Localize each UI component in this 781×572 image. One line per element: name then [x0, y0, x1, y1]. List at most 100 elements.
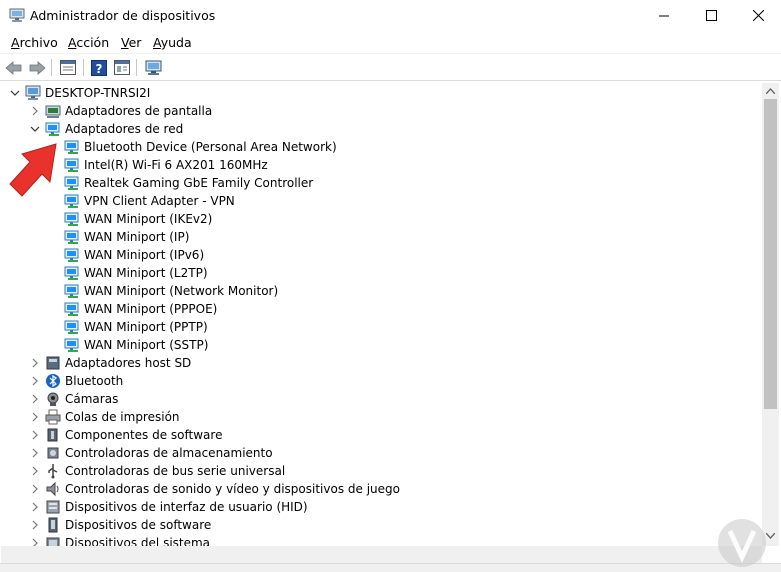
tree-category[interactable]: Componentes de software — [1, 426, 761, 444]
maximize-button[interactable] — [688, 0, 734, 31]
camera-icon — [47, 392, 59, 406]
tree-category[interactable]: Adaptadores de red — [1, 120, 761, 138]
tree-category[interactable]: Bluetooth — [1, 372, 761, 390]
tree-device-label: WAN Miniport (PPPOE) — [84, 302, 218, 316]
tree-category-label: Adaptadores host SD — [65, 356, 192, 370]
vertical-scroll-thumb[interactable] — [764, 99, 777, 409]
tree-device[interactable]: Intel(R) Wi-Fi 6 AX201 160MHz — [1, 156, 761, 174]
chevron-right-icon[interactable] — [29, 447, 41, 459]
network-device-icon — [64, 176, 79, 190]
sd-host-icon — [46, 356, 60, 370]
tree-device[interactable]: WAN Miniport (PPTP) — [1, 318, 761, 336]
scan-hardware-button[interactable] — [143, 58, 163, 77]
monitor-scan-icon — [145, 60, 161, 75]
menu-ver[interactable]: Ver — [121, 35, 141, 50]
view-button[interactable] — [112, 58, 132, 77]
tree-category[interactable]: Dispositivos del sistema — [1, 534, 761, 546]
chevron-right-icon[interactable] — [29, 393, 41, 405]
network-device-icon — [64, 248, 79, 262]
tree-device[interactable]: WAN Miniport (SSTP) — [1, 336, 761, 354]
tree-category-label: Controladoras de sonido y vídeo y dispos… — [65, 482, 400, 496]
tree-category-label: Bluetooth — [65, 374, 124, 388]
tree-device-label: VPN Client Adapter - VPN — [84, 194, 235, 208]
close-button[interactable] — [735, 0, 781, 31]
tree-category-label: Controladoras de almacenamiento — [65, 446, 273, 460]
chevron-right-icon[interactable] — [29, 411, 41, 423]
help-button[interactable]: ? — [89, 58, 109, 77]
tree-device-label: WAN Miniport (IPv6) — [84, 248, 205, 262]
tree-category[interactable]: Controladoras de sonido y vídeo y dispos… — [1, 480, 761, 498]
tree-category[interactable]: Controladoras de bus serie universal — [1, 462, 761, 480]
tree-device[interactable]: WAN Miniport (L2TP) — [1, 264, 761, 282]
device-manager-icon — [9, 8, 25, 22]
printer-icon — [45, 409, 61, 425]
tree-category-label: Componentes de software — [65, 428, 223, 442]
title-bar: Administrador de dispositivos — [0, 0, 781, 31]
menu-archivo[interactable]: Archivo — [11, 35, 58, 50]
menu-accion[interactable]: Acción — [68, 35, 109, 50]
tree-device[interactable]: WAN Miniport (Network Monitor) — [1, 282, 761, 300]
scroll-up-icon[interactable] — [766, 88, 775, 94]
back-button[interactable] — [4, 58, 24, 77]
tree-category-label: Adaptadores de pantalla — [65, 104, 213, 118]
chevron-right-icon[interactable] — [29, 537, 41, 546]
chevron-right-icon[interactable] — [29, 105, 41, 117]
tree-device[interactable]: WAN Miniport (IKEv2) — [1, 210, 761, 228]
toolbar-separator — [83, 59, 84, 76]
network-device-icon — [64, 230, 79, 244]
software-component-icon — [47, 428, 58, 442]
minimize-icon — [658, 15, 669, 17]
tree-root[interactable]: DESKTOP-TNRSI2I — [1, 84, 761, 102]
chevron-right-icon[interactable] — [29, 357, 41, 369]
tree-category[interactable]: Dispositivos de software — [1, 516, 761, 534]
tree-category[interactable]: Adaptadores de pantalla — [1, 102, 761, 120]
tree-device[interactable]: WAN Miniport (IP) — [1, 228, 761, 246]
toolbar-separator — [51, 59, 52, 76]
tree-category-label: Dispositivos de interfaz de usuario (HID… — [65, 500, 308, 514]
properties-button[interactable] — [58, 58, 78, 77]
menu-ayuda[interactable]: Ayuda — [153, 35, 192, 50]
tree-device[interactable]: Bluetooth Device (Personal Area Network) — [1, 138, 761, 156]
speaker-icon — [46, 481, 59, 497]
tree-device[interactable]: VPN Client Adapter - VPN — [1, 192, 761, 210]
forward-button[interactable] — [27, 58, 47, 77]
tree-device-label: Intel(R) Wi-Fi 6 AX201 160MHz — [84, 158, 268, 172]
tree-device[interactable]: WAN Miniport (PPPOE) — [1, 300, 761, 318]
chevron-right-icon[interactable] — [29, 375, 41, 387]
chevron-right-icon[interactable] — [29, 483, 41, 495]
maximize-icon — [705, 10, 717, 21]
watermark-logo-icon — [718, 519, 766, 567]
toolbar-separator — [136, 59, 137, 76]
tree-device-label: WAN Miniport (Network Monitor) — [84, 284, 279, 298]
chevron-down-icon[interactable] — [29, 123, 41, 135]
chevron-down-icon[interactable] — [9, 87, 21, 99]
properties-icon — [60, 60, 76, 75]
tree-device-label: Realtek Gaming GbE Family Controller — [84, 176, 314, 190]
tree-category-label: Controladoras de bus serie universal — [65, 464, 286, 478]
vertical-scrollbar[interactable] — [762, 83, 779, 546]
network-device-icon — [64, 284, 79, 298]
tree-category[interactable]: Cámaras — [1, 390, 761, 408]
chevron-right-icon[interactable] — [29, 429, 41, 441]
tree-category-label: Dispositivos de software — [65, 518, 212, 532]
horizontal-scrollbar[interactable] — [1, 546, 762, 563]
back-arrow-icon — [5, 60, 22, 75]
hid-icon — [46, 500, 60, 514]
tree-device[interactable]: Realtek Gaming GbE Family Controller — [1, 174, 761, 192]
network-device-icon — [64, 140, 79, 154]
tree-category[interactable]: Controladoras de almacenamiento — [1, 444, 761, 462]
tree-device-label: WAN Miniport (SSTP) — [84, 338, 209, 352]
minimize-button[interactable] — [641, 0, 687, 31]
tree-category[interactable]: Dispositivos de interfaz de usuario (HID… — [1, 498, 761, 516]
network-device-icon — [64, 320, 79, 334]
device-tree[interactable]: DESKTOP-TNRSI2I Adaptadores de pantalla Ad… — [1, 83, 762, 546]
chevron-right-icon[interactable] — [29, 465, 41, 477]
chevron-right-icon[interactable] — [29, 501, 41, 513]
tree-device[interactable]: WAN Miniport (IPv6) — [1, 246, 761, 264]
bluetooth-icon — [46, 374, 60, 388]
tree-category[interactable]: Adaptadores host SD — [1, 354, 761, 372]
tree-category[interactable]: Colas de impresión — [1, 408, 761, 426]
tree-device-label: WAN Miniport (IP) — [84, 230, 190, 244]
chevron-right-icon[interactable] — [29, 519, 41, 531]
network-device-icon — [64, 302, 79, 316]
